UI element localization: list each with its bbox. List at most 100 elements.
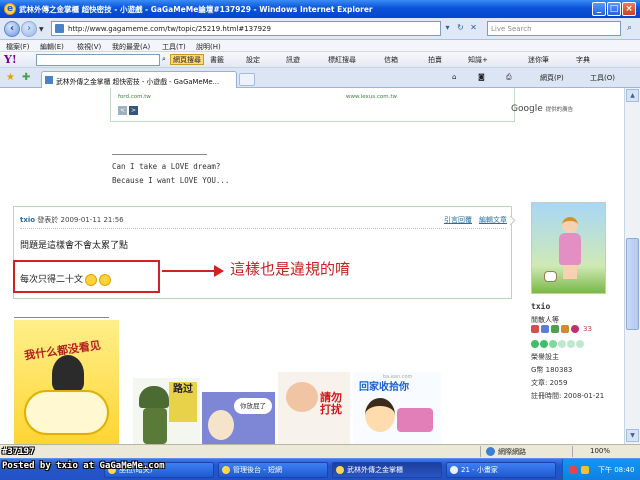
user-name[interactable]: txio: [531, 302, 550, 311]
yahoo-auction[interactable]: 拍賣: [428, 55, 442, 65]
highlight-box: 每次只得二十文: [13, 260, 160, 293]
yahoo-mini-pen[interactable]: 迷你筆: [528, 55, 549, 65]
dropdown-icon[interactable]: ▾: [441, 21, 454, 36]
level-dot-icon: [540, 340, 548, 348]
signature-image-5: ba.ean.com 回家收拾你: [353, 372, 441, 444]
minimize-button[interactable]: _: [592, 2, 606, 16]
user-register-date: 註冊時間: 2008-01-21: [531, 392, 605, 400]
tab-bar: ★ ✚ 武林外傳之金掌櫃 超快密技 - 小遊戲 - GaGaMeMe... ⌂ …: [0, 68, 640, 88]
feeds-icon[interactable]: ◙: [478, 73, 485, 81]
level-dot-icon: [576, 340, 584, 348]
menu-favorites[interactable]: 我的最愛(A): [112, 42, 150, 52]
yahoo-logo[interactable]: Y!: [4, 53, 17, 66]
close-button[interactable]: ×: [622, 2, 636, 16]
helmet-shape: [139, 386, 169, 408]
page-content: ford.com.tw www.lexus.com.tw < > Google …: [0, 88, 624, 444]
taskbar-item[interactable]: 管理後台 - 短網: [218, 462, 328, 478]
menu-view[interactable]: 檢視(V): [77, 42, 101, 52]
google-logo: Google: [511, 104, 543, 114]
print-icon[interactable]: ⎙: [506, 73, 512, 82]
watermark-credit: Posted by txio at GaGaMeMe.com: [2, 461, 165, 471]
signature-image-1: 我什么都没看见: [14, 320, 119, 444]
favorites-star-icon[interactable]: ★: [6, 72, 15, 83]
add-favorite-icon[interactable]: ✚: [22, 72, 30, 83]
live-search-input[interactable]: Live Search: [487, 21, 621, 36]
yahoo-knowledge[interactable]: 知識+: [468, 55, 488, 65]
taskbar-item-active[interactable]: 武林外傳之金掌櫃: [332, 462, 442, 478]
url-text[interactable]: http://www.gagameme.com/tw/topic/25219.h…: [68, 25, 271, 33]
stop-icon[interactable]: ✕: [467, 21, 480, 36]
tray-icon[interactable]: [581, 466, 589, 474]
yahoo-search-icon[interactable]: ⌕: [162, 55, 166, 64]
ad-block: ford.com.tw www.lexus.com.tw < > Google …: [110, 88, 573, 122]
status-divider: [572, 446, 573, 457]
user-avatar[interactable]: [531, 202, 606, 294]
url-input[interactable]: http://www.gagameme.com/tw/topic/25219.h…: [51, 21, 441, 36]
ad-url-left[interactable]: ford.com.tw: [118, 94, 151, 100]
signature-image-4: 請勿打扰: [278, 372, 350, 444]
google-ads-label[interactable]: Google 提供的廣告: [511, 104, 573, 114]
avatar-body: [559, 233, 581, 265]
history-dropdown-icon[interactable]: ▼: [39, 26, 44, 33]
post-body-text: 問題是這樣會不會太累了點: [20, 241, 129, 251]
menu-file[interactable]: 檔案(F): [6, 42, 30, 52]
edit-post-link[interactable]: 編輯文章: [479, 215, 507, 225]
yahoo-search-button[interactable]: 網頁搜尋: [170, 54, 204, 65]
tab-active[interactable]: 武林外傳之金掌櫃 超快密技 - 小遊戲 - GaGaMeMe...: [41, 71, 237, 88]
vertical-scrollbar[interactable]: ▲ ▼: [624, 88, 640, 444]
clock[interactable]: 下午 08:40: [598, 465, 634, 475]
yahoo-travel[interactable]: 訊遊: [286, 55, 300, 65]
yahoo-dictionary[interactable]: 字典: [576, 55, 590, 65]
forward-button[interactable]: ›: [21, 21, 37, 37]
badge-icon: [541, 325, 549, 333]
tray-icon[interactable]: [569, 466, 577, 474]
post-divider: [20, 228, 506, 229]
menu-tools[interactable]: 工具(T): [162, 42, 186, 52]
image-caption: 你放屁了: [234, 398, 272, 414]
yahoo-search-input[interactable]: [36, 54, 160, 66]
live-search-placeholder: Live Search: [491, 25, 532, 33]
emoticon-icon: [99, 273, 112, 286]
page-menu[interactable]: 網頁(P): [540, 73, 564, 83]
tools-menu[interactable]: 工具(O): [590, 73, 615, 83]
scrollbar-thumb[interactable]: [626, 238, 639, 330]
page-icon: [45, 76, 53, 84]
post-timestamp: 2009-01-11 21:56: [60, 216, 124, 224]
yahoo-highlight-search[interactable]: 標紅搜尋: [328, 55, 356, 65]
home-icon[interactable]: ⌂: [452, 73, 456, 81]
level-dot-icon: [531, 340, 539, 348]
user-level-dots: [531, 340, 585, 350]
taskbar-item-label: 21 - 小畫家: [461, 466, 498, 474]
kid-shape: [365, 398, 395, 432]
post-username[interactable]: txio: [20, 216, 35, 224]
quote-reply-link[interactable]: 引言回覆: [444, 215, 472, 225]
scroll-up-icon[interactable]: ▲: [626, 89, 639, 102]
window-title-bar: e 武林外傳之金掌櫃 超快密技 - 小遊戲 - GaGaMeMe論壇#13792…: [0, 0, 640, 18]
taskbar-item[interactable]: 21 - 小畫家: [446, 462, 556, 478]
zoom-level[interactable]: 100%: [590, 447, 610, 455]
app-icon: [336, 466, 344, 474]
maximize-button[interactable]: □: [607, 2, 621, 16]
ads-by-label: 提供的廣告: [545, 107, 574, 113]
search-icon[interactable]: ⌕: [622, 21, 637, 36]
scroll-down-icon[interactable]: ▼: [626, 429, 639, 442]
ad-prev-button[interactable]: <: [118, 106, 127, 115]
avatar-legs: [563, 265, 577, 279]
yahoo-mail[interactable]: 信箱: [384, 55, 398, 65]
menu-edit[interactable]: 編輯(E): [40, 42, 64, 52]
image-caption: 回家收拾你: [359, 382, 409, 393]
refresh-icon[interactable]: ↻: [454, 21, 467, 36]
address-bar: ‹ › ▼ http://www.gagameme.com/tw/topic/2…: [0, 18, 640, 40]
new-tab-button[interactable]: [239, 73, 255, 86]
face-shape: [208, 410, 234, 440]
ad-url-right[interactable]: www.lexus.com.tw: [346, 94, 397, 100]
user-rank: 閒散人等: [531, 316, 559, 324]
yahoo-settings[interactable]: 設定: [246, 55, 260, 65]
back-button[interactable]: ‹: [4, 21, 20, 37]
paint-icon: [450, 466, 458, 474]
window-title: 武林外傳之金掌櫃 超快密技 - 小遊戲 - GaGaMeMe論壇#137929 …: [19, 5, 373, 14]
menu-help[interactable]: 說明(H): [196, 42, 221, 52]
yahoo-bookmarks[interactable]: 書籤: [210, 55, 224, 65]
ad-next-button[interactable]: >: [129, 106, 138, 115]
image-caption: 路过: [169, 382, 197, 422]
